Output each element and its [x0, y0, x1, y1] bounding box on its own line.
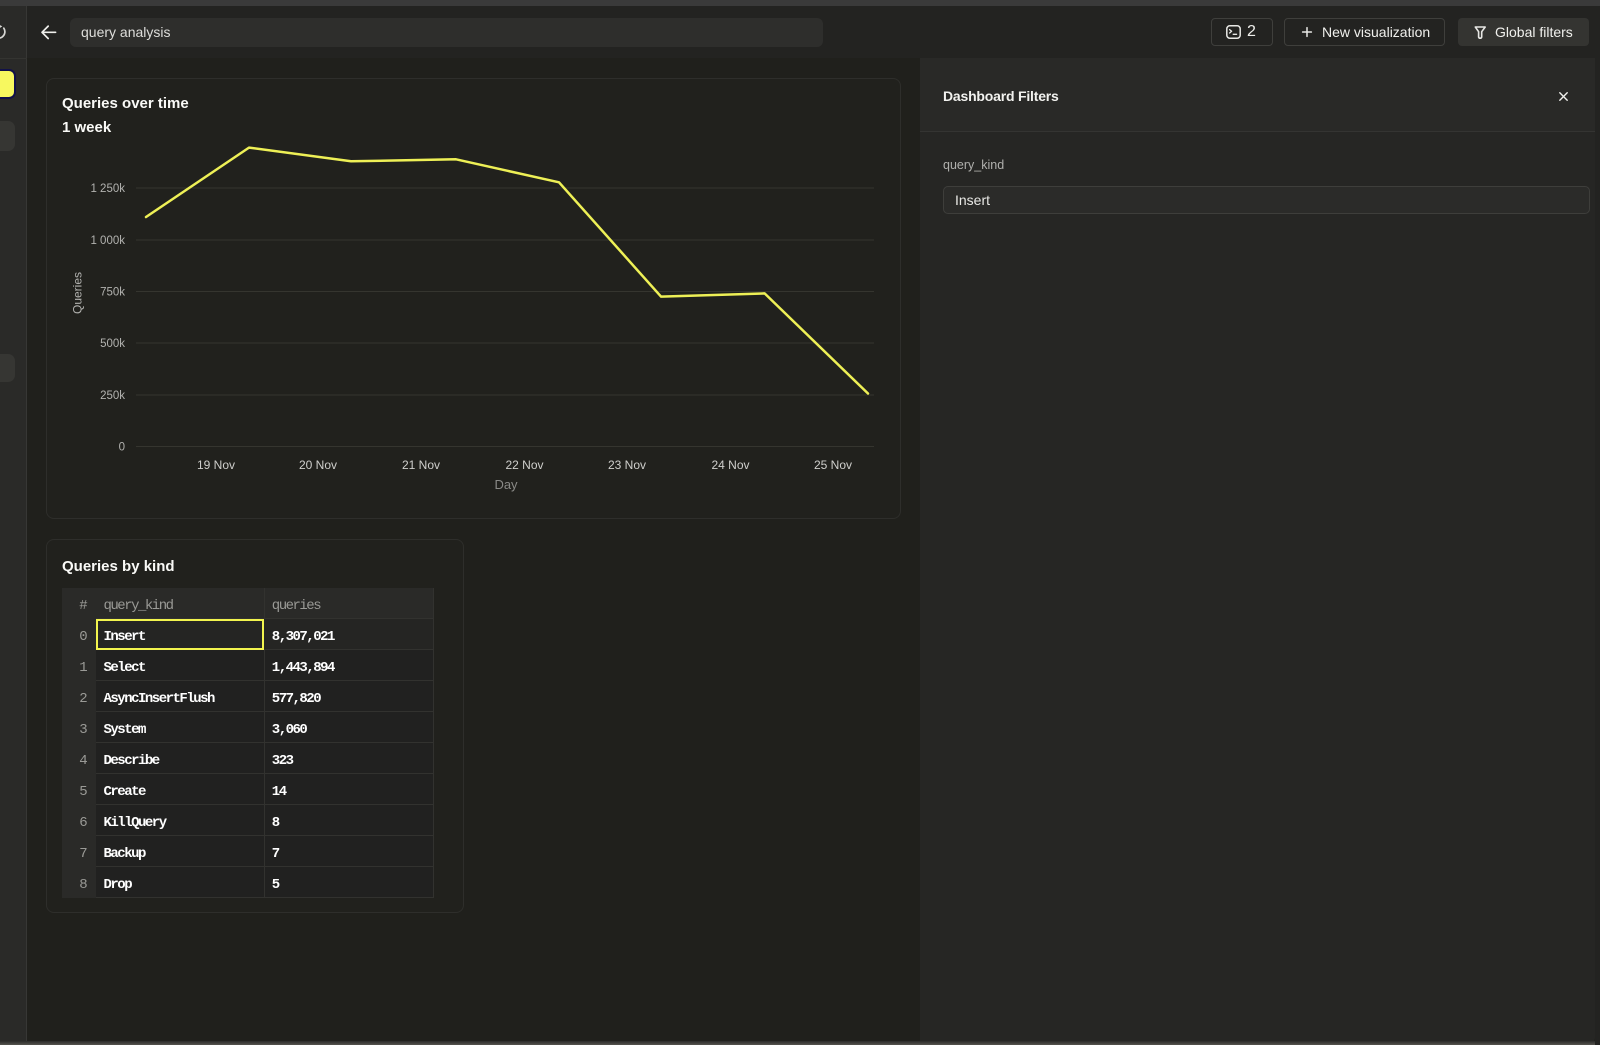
svg-text:25 Nov: 25 Nov [814, 458, 852, 472]
svg-text:250k: 250k [100, 390, 125, 402]
svg-text:Queries: Queries [71, 272, 85, 314]
svg-text:Day: Day [494, 477, 518, 492]
svg-text:24 Nov: 24 Nov [711, 458, 749, 472]
svg-text:750k: 750k [100, 287, 125, 299]
svg-text:22 Nov: 22 Nov [505, 458, 543, 472]
svg-text:500k: 500k [100, 338, 125, 350]
svg-text:20 Nov: 20 Nov [299, 458, 337, 472]
svg-text:23 Nov: 23 Nov [608, 458, 646, 472]
svg-text:21 Nov: 21 Nov [402, 458, 440, 472]
svg-text:1 000k: 1 000k [90, 235, 125, 247]
svg-text:19 Nov: 19 Nov [197, 458, 235, 472]
svg-text:0: 0 [119, 442, 125, 454]
svg-text:1 250k: 1 250k [90, 183, 125, 195]
